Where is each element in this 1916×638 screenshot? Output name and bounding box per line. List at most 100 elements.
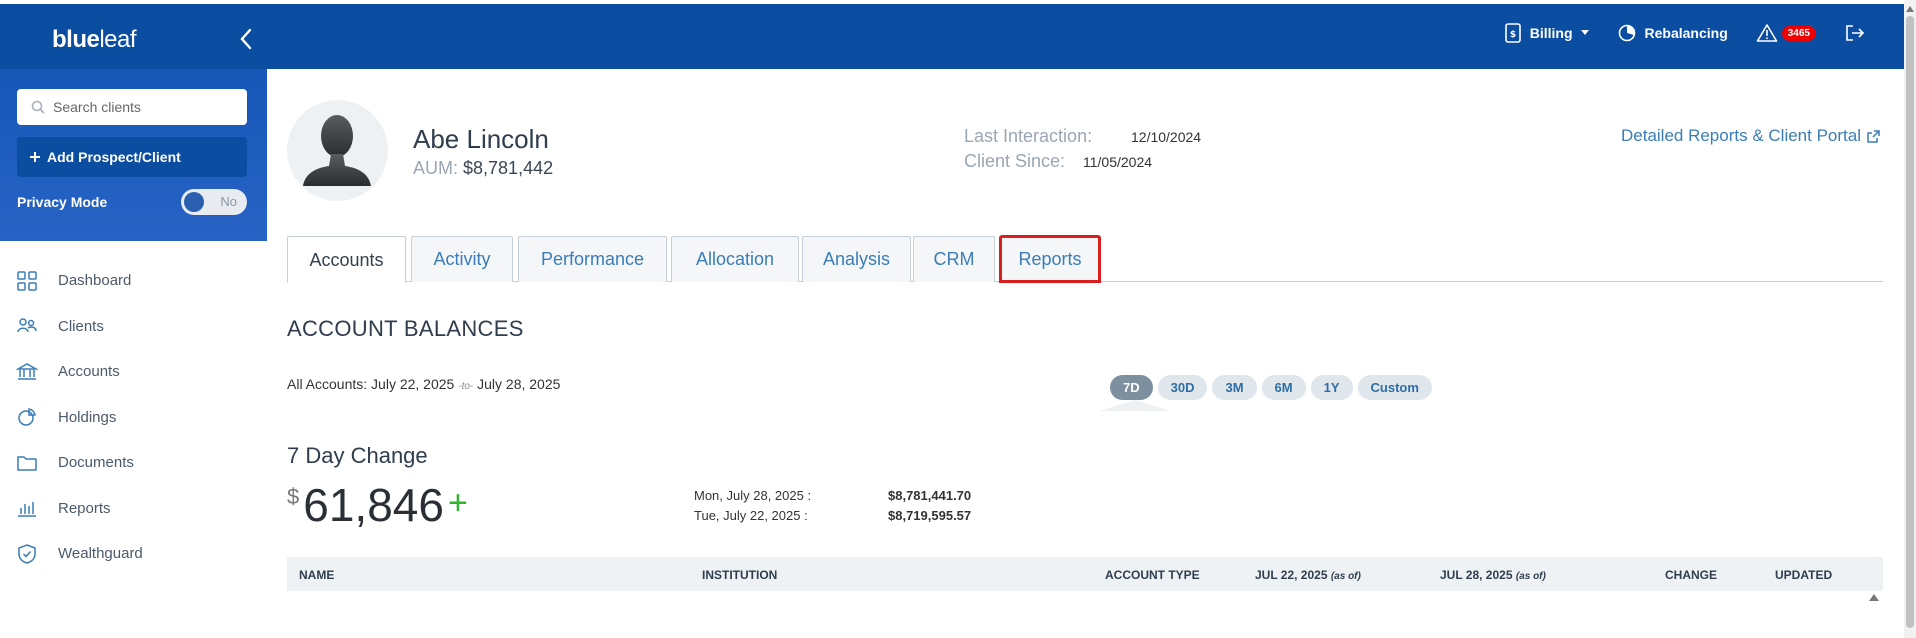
last-interaction-label: Last Interaction: <box>964 126 1093 146</box>
billing-menu[interactable]: $ Billing <box>1504 22 1589 44</box>
period-selector: 7D 30D 3M 6M 1Y Custom <box>1110 375 1432 400</box>
page-scrollbar[interactable] <box>1904 0 1916 638</box>
range-start: July 22, 2025 <box>371 376 455 392</box>
tab-analysis[interactable]: Analysis <box>802 236 911 282</box>
sidebar-item-label: Accounts <box>58 363 120 381</box>
comparison-row: Mon, July 28, 2025 : $8,781,441.70 <box>694 488 971 503</box>
sidebar-item-reports[interactable]: Reports <box>0 486 267 532</box>
active-period-indicator <box>1099 400 1171 411</box>
collapse-sidebar-button[interactable] <box>234 24 258 54</box>
search-clients-input[interactable] <box>53 99 233 115</box>
column-header-change[interactable]: CHANGE <box>1665 568 1717 582</box>
tab-accounts[interactable]: Accounts <box>287 236 406 283</box>
column-header-jul22-label: JUL 22, 2025 <box>1255 568 1328 582</box>
pie-chart-icon <box>18 408 36 426</box>
period-30d-button[interactable]: 30D <box>1157 375 1208 400</box>
alert-count-badge: 3465 <box>1781 25 1816 41</box>
external-link-icon <box>1867 129 1880 143</box>
sidebar-item-documents[interactable]: Documents <box>0 440 267 486</box>
plus-icon <box>30 152 40 162</box>
period-1y-button[interactable]: 1Y <box>1310 375 1353 400</box>
client-since-label: Client Since: <box>964 151 1066 171</box>
range-prefix: All Accounts: <box>287 376 368 392</box>
account-balances-title: ACCOUNT BALANCES <box>287 316 524 341</box>
add-prospect-client-label: Add Prospect/Client <box>47 149 181 165</box>
period-custom-button[interactable]: Custom <box>1357 375 1432 400</box>
table-scroll-up-icon[interactable] <box>1869 594 1879 601</box>
column-header-jul22[interactable]: JUL 22, 2025 (as of) <box>1255 568 1361 582</box>
sidebar-item-label: Documents <box>58 454 134 472</box>
column-header-name[interactable]: NAME <box>299 568 334 582</box>
bank-icon <box>16 362 38 380</box>
top-bar: blueleaf $ Billing Rebalancing 3465 <box>0 4 1904 69</box>
sidebar-item-label: Clients <box>58 317 104 335</box>
add-prospect-client-button[interactable]: Add Prospect/Client <box>17 137 247 177</box>
aum-value: $8,781,442 <box>463 158 554 178</box>
sidebar-item-wealthguard[interactable]: Wealthguard <box>0 531 267 577</box>
page: blueleaf $ Billing Rebalancing 3465 Sear… <box>0 0 1916 638</box>
detailed-reports-portal-link[interactable]: Detailed Reports & Client Portal <box>1621 126 1880 146</box>
client-tabs: Accounts Activity Performance Allocation… <box>287 235 1883 283</box>
client-avatar <box>287 100 388 201</box>
change-title: 7 Day Change <box>287 443 428 468</box>
period-7d-button[interactable]: 7D <box>1110 375 1153 400</box>
portal-link-label: Detailed Reports & Client Portal <box>1620 126 1861 145</box>
invoice-icon: $ <box>1504 23 1521 43</box>
sidebar-item-label: Dashboard <box>58 272 132 290</box>
blueleaf-logo[interactable]: blueleaf <box>52 26 137 54</box>
comparison-value: $8,719,595.57 <box>888 508 972 523</box>
chevron-left-icon <box>240 28 252 50</box>
change-amount: $ 61,846 + <box>287 478 468 532</box>
privacy-mode-toggle[interactable]: No <box>181 189 247 215</box>
billing-label: Billing <box>1529 25 1573 41</box>
sidebar-item-label: Holdings <box>58 408 117 426</box>
column-header-institution[interactable]: INSTITUTION <box>702 568 777 582</box>
search-clients-box[interactable] <box>17 89 247 125</box>
sidebar-item-label: Wealthguard <box>58 545 143 563</box>
search-icon <box>31 100 45 114</box>
rebalancing-link[interactable]: Rebalancing <box>1617 23 1728 43</box>
folder-icon <box>17 456 37 471</box>
accounts-table-header: NAME INSTITUTION ACCOUNT TYPE JUL 22, 20… <box>287 557 1883 591</box>
period-3m-button[interactable]: 3M <box>1212 375 1257 400</box>
sidebar-header: Add Prospect/Client Privacy Mode No <box>0 69 267 241</box>
comparison-row: Tue, July 22, 2025 : $8,719,595.57 <box>694 508 971 523</box>
column-header-jul28[interactable]: JUL 28, 2025 (as of) <box>1440 568 1546 582</box>
sidebar-item-accounts[interactable]: Accounts <box>0 349 267 395</box>
client-since: Client Since: 11/05/2024 <box>964 151 1152 172</box>
column-header-account-type[interactable]: ACCOUNT TYPE <box>1105 568 1200 582</box>
logout-icon <box>1846 25 1865 41</box>
change-sign: + <box>447 484 468 522</box>
tab-allocation[interactable]: Allocation <box>671 236 799 282</box>
comparison-date: Mon, July 28, 2025 : <box>694 488 812 503</box>
scrollbar-thumb[interactable] <box>1906 16 1914 628</box>
alerts-button[interactable]: 3465 <box>1756 23 1816 43</box>
comparison-value: $8,781,441.70 <box>888 488 972 503</box>
logout-button[interactable] <box>1844 23 1866 43</box>
rebalance-icon <box>1618 24 1635 42</box>
scroll-up-arrow-icon[interactable] <box>1906 6 1914 12</box>
shield-icon <box>18 543 36 564</box>
period-6m-button[interactable]: 6M <box>1261 375 1306 400</box>
bar-chart-icon <box>18 502 36 517</box>
column-header-updated[interactable]: UPDATED <box>1775 568 1832 582</box>
last-interaction: Last Interaction: 12/10/2024 <box>964 126 1201 147</box>
change-currency: $ <box>287 484 300 509</box>
date-range: All Accounts: July 22, 2025 -to- July 28… <box>287 376 560 392</box>
sidebar-item-holdings[interactable]: Holdings <box>0 395 267 441</box>
caret-down-icon <box>1580 30 1589 35</box>
change-value: 61,846 <box>303 479 444 531</box>
svg-text:$: $ <box>1510 30 1516 40</box>
sidebar-item-clients[interactable]: Clients <box>0 304 267 350</box>
range-to: -to- <box>458 381 474 392</box>
rebalancing-label: Rebalancing <box>1644 25 1728 41</box>
tab-reports[interactable]: Reports <box>999 235 1101 283</box>
sidebar-item-dashboard[interactable]: Dashboard <box>0 258 267 304</box>
privacy-mode-label: Privacy Mode <box>17 194 108 210</box>
aum-line: AUM: $8,781,442 <box>413 158 553 179</box>
privacy-toggle-state: No <box>220 194 237 209</box>
clients-icon <box>17 318 37 333</box>
tab-crm[interactable]: CRM <box>913 236 995 282</box>
tab-activity[interactable]: Activity <box>411 236 513 282</box>
tab-performance[interactable]: Performance <box>518 236 667 282</box>
